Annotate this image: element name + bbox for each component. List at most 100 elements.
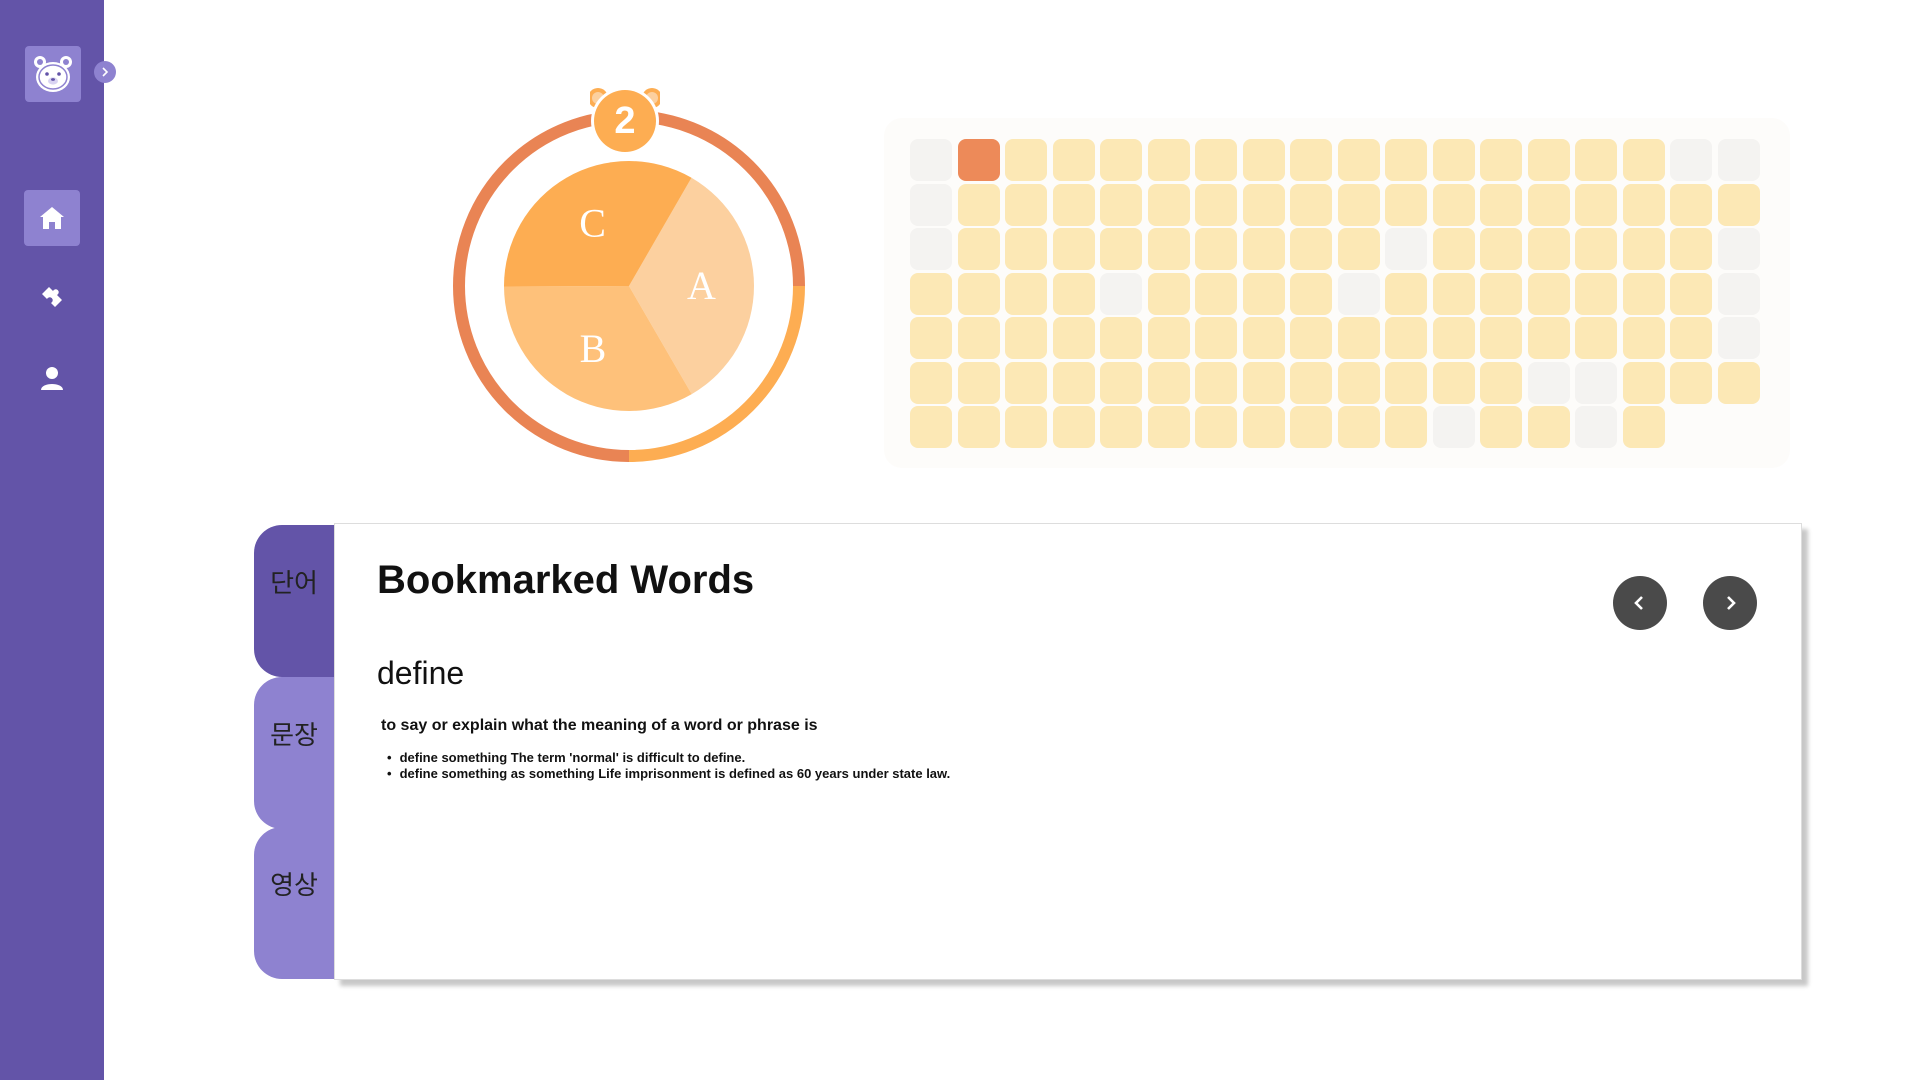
- heatmap-cell[interactable]: [1195, 317, 1237, 359]
- heatmap-cell[interactable]: [1385, 139, 1427, 181]
- heatmap-cell[interactable]: [1527, 361, 1570, 404]
- heatmap-cell[interactable]: [1432, 317, 1475, 359]
- heatmap-cell[interactable]: [1195, 361, 1237, 404]
- heatmap-cell[interactable]: [1100, 139, 1142, 181]
- heatmap-cell[interactable]: [1005, 139, 1047, 181]
- heatmap-cell[interactable]: [1717, 317, 1760, 359]
- heatmap-cell[interactable]: [1052, 139, 1095, 181]
- heatmap-cell[interactable]: [1005, 183, 1047, 226]
- heatmap-cell[interactable]: [957, 406, 1000, 448]
- heatmap-cell[interactable]: [1242, 183, 1285, 226]
- heatmap-cell[interactable]: [957, 361, 1000, 404]
- heatmap-cell[interactable]: [1480, 183, 1522, 226]
- heatmap-cell[interactable]: [1337, 406, 1380, 448]
- heatmap-cell[interactable]: [1052, 272, 1095, 315]
- heatmap-cell[interactable]: [1242, 139, 1285, 181]
- heatmap-cell[interactable]: [1527, 272, 1570, 315]
- heatmap-cell[interactable]: [1622, 406, 1665, 448]
- heatmap-cell[interactable]: [1290, 228, 1332, 270]
- heatmap-cell[interactable]: [1385, 317, 1427, 359]
- heatmap-cell[interactable]: [957, 183, 1000, 226]
- heatmap-cell[interactable]: [1575, 317, 1617, 359]
- heatmap-cell[interactable]: [1527, 183, 1570, 226]
- heatmap-cell[interactable]: [1670, 317, 1712, 359]
- heatmap-cell[interactable]: [1385, 406, 1427, 448]
- heatmap-cell[interactable]: [1052, 183, 1095, 226]
- heatmap-cell[interactable]: [1100, 317, 1142, 359]
- heatmap-cell[interactable]: [1290, 183, 1332, 226]
- heatmap-cell[interactable]: [1195, 139, 1237, 181]
- heatmap-cell[interactable]: [1622, 228, 1665, 270]
- tab-videos[interactable]: 영상: [254, 827, 334, 979]
- heatmap-cell[interactable]: [1290, 406, 1332, 448]
- heatmap-cell[interactable]: [1052, 361, 1095, 404]
- heatmap-cell[interactable]: [1670, 361, 1712, 404]
- heatmap-cell[interactable]: [1005, 272, 1047, 315]
- app-logo[interactable]: [25, 46, 81, 102]
- heatmap-cell[interactable]: [1195, 183, 1237, 226]
- heatmap-cell[interactable]: [910, 228, 952, 270]
- heatmap-cell[interactable]: [1337, 317, 1380, 359]
- heatmap-cell[interactable]: [910, 361, 952, 404]
- heatmap-cell[interactable]: [1432, 361, 1475, 404]
- sidebar-item-home[interactable]: [24, 190, 80, 246]
- heatmap-cell[interactable]: [1005, 317, 1047, 359]
- tab-words[interactable]: 단어: [254, 525, 334, 677]
- heatmap-cell[interactable]: [1147, 183, 1190, 226]
- heatmap-cell[interactable]: [1005, 406, 1047, 448]
- heatmap-cell[interactable]: [1670, 272, 1712, 315]
- heatmap-cell[interactable]: [1100, 272, 1142, 315]
- heatmap-cell[interactable]: [1717, 361, 1760, 404]
- heatmap-cell[interactable]: [1432, 272, 1475, 315]
- heatmap-cell[interactable]: [1147, 361, 1190, 404]
- heatmap-cell[interactable]: [1717, 228, 1760, 270]
- heatmap-cell[interactable]: [1527, 139, 1570, 181]
- next-button[interactable]: [1703, 576, 1757, 630]
- heatmap-cell[interactable]: [1385, 183, 1427, 226]
- heatmap-cell[interactable]: [1147, 272, 1190, 315]
- heatmap-cell[interactable]: [910, 272, 952, 315]
- heatmap-cell[interactable]: [1337, 139, 1380, 181]
- heatmap-cell[interactable]: [1717, 139, 1760, 181]
- heatmap-cell[interactable]: [910, 183, 952, 226]
- heatmap-cell[interactable]: [1147, 317, 1190, 359]
- heatmap-cell[interactable]: [1242, 228, 1285, 270]
- heatmap-cell[interactable]: [1480, 361, 1522, 404]
- heatmap-cell[interactable]: [910, 139, 952, 181]
- heatmap-cell[interactable]: [1480, 228, 1522, 270]
- heatmap-cell[interactable]: [1290, 361, 1332, 404]
- heatmap-cell[interactable]: [1147, 228, 1190, 270]
- heatmap-cell[interactable]: [1290, 272, 1332, 315]
- heatmap-cell[interactable]: [1717, 272, 1760, 315]
- heatmap-cell[interactable]: [1337, 228, 1380, 270]
- heatmap-cell[interactable]: [1527, 317, 1570, 359]
- heatmap-cell[interactable]: [957, 272, 1000, 315]
- heatmap-cell[interactable]: [957, 317, 1000, 359]
- sidebar-expand-button[interactable]: [94, 61, 116, 83]
- heatmap-cell[interactable]: [1432, 228, 1475, 270]
- heatmap-cell[interactable]: [1052, 406, 1095, 448]
- heatmap-cell[interactable]: [1195, 406, 1237, 448]
- heatmap-cell[interactable]: [1527, 228, 1570, 270]
- prev-button[interactable]: [1613, 576, 1667, 630]
- heatmap-cell[interactable]: [1575, 139, 1617, 181]
- heatmap-cell[interactable]: [1195, 228, 1237, 270]
- heatmap-cell[interactable]: [1670, 228, 1712, 270]
- heatmap-cell[interactable]: [1527, 406, 1570, 448]
- heatmap-cell[interactable]: [1575, 361, 1617, 404]
- heatmap-cell[interactable]: [1100, 183, 1142, 226]
- heatmap-cell[interactable]: [1290, 139, 1332, 181]
- heatmap-cell[interactable]: [957, 228, 1000, 270]
- heatmap-cell[interactable]: [1432, 406, 1475, 448]
- heatmap-cell[interactable]: [1717, 183, 1760, 226]
- heatmap-cell[interactable]: [1622, 317, 1665, 359]
- heatmap-cell[interactable]: [1480, 406, 1522, 448]
- heatmap-cell[interactable]: [1480, 272, 1522, 315]
- heatmap-cell[interactable]: [1242, 361, 1285, 404]
- sidebar-item-puzzle[interactable]: [24, 270, 80, 326]
- heatmap-cell[interactable]: [1622, 272, 1665, 315]
- heatmap-cell[interactable]: [1005, 361, 1047, 404]
- sidebar-item-profile[interactable]: [24, 350, 80, 406]
- heatmap-cell[interactable]: [1100, 406, 1142, 448]
- heatmap-cell[interactable]: [1575, 228, 1617, 270]
